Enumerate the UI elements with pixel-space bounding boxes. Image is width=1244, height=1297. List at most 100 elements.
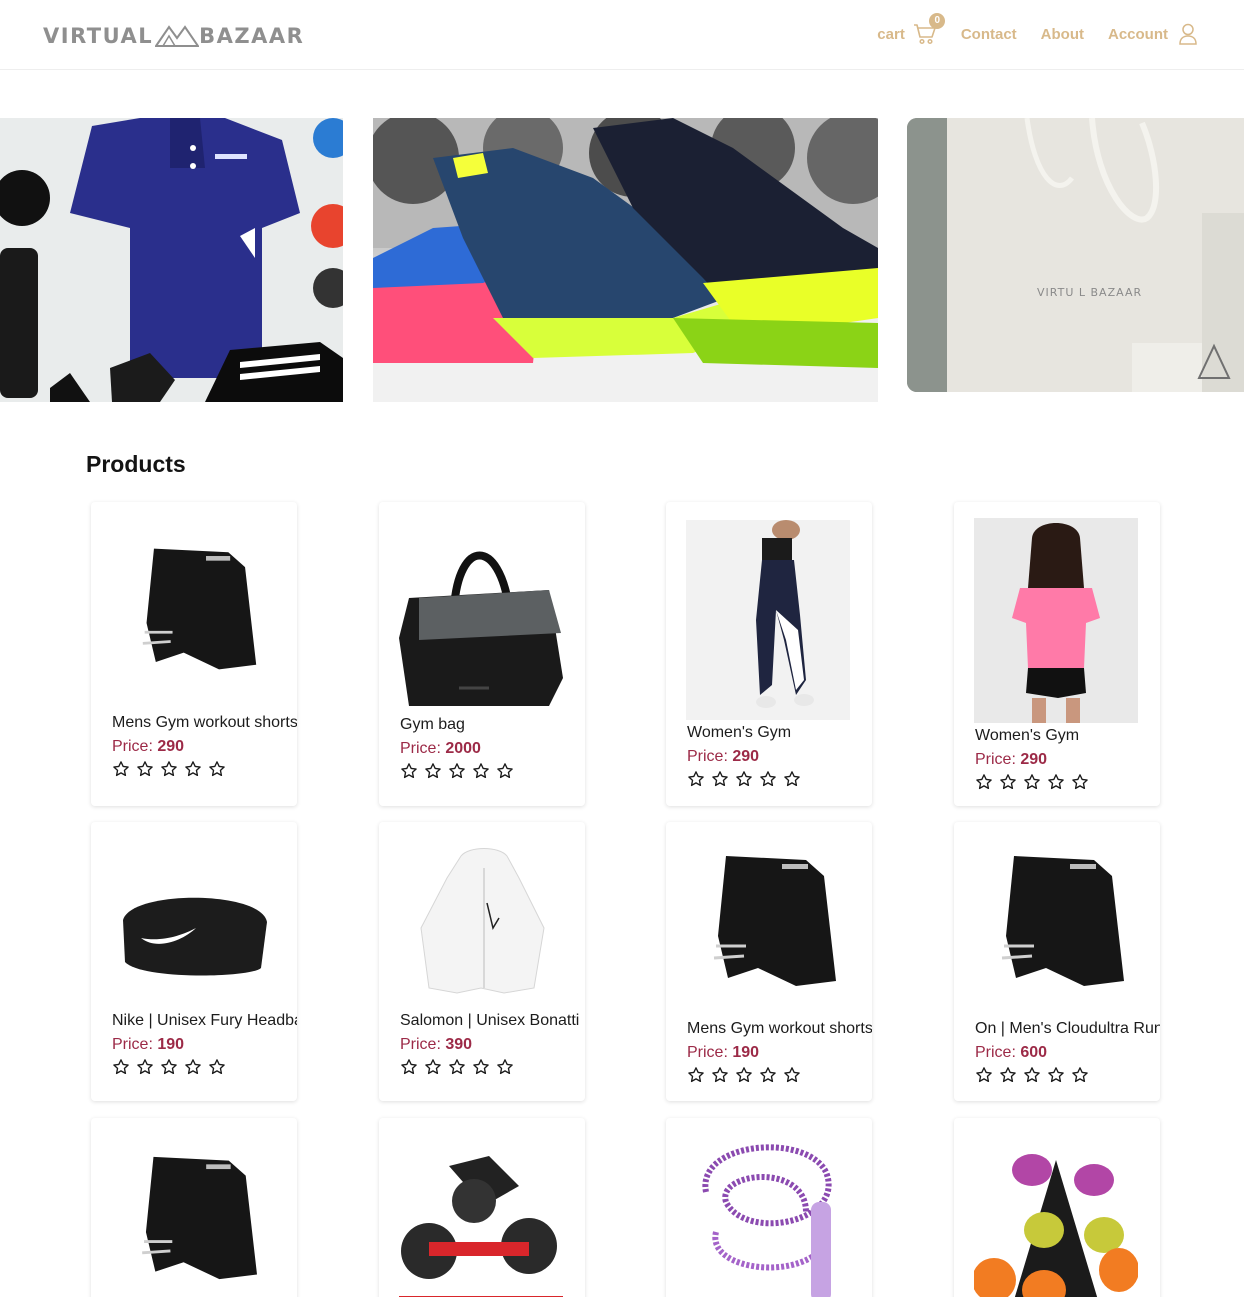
product-name[interactable]: Women's Gym <box>687 724 872 742</box>
product-card[interactable] <box>379 1118 585 1297</box>
star-icon[interactable] <box>160 1058 178 1076</box>
rating-stars[interactable] <box>400 1058 520 1076</box>
rating-stars[interactable] <box>687 770 807 788</box>
price-value: 290 <box>1020 751 1048 768</box>
product-name[interactable]: Mens Gym workout shorts <box>112 714 297 732</box>
rating-stars[interactable] <box>687 1066 807 1084</box>
price-label: Price: <box>975 751 1016 768</box>
star-icon[interactable] <box>975 1066 993 1084</box>
product-card[interactable] <box>954 1118 1160 1297</box>
product-name[interactable]: Salomon | Unisex Bonatti <box>400 1012 585 1030</box>
hero-carousel[interactable]: VIRTU L BAZAAR <box>0 118 1244 402</box>
product-card[interactable] <box>91 1118 297 1297</box>
product-card[interactable]: Salomon | Unisex Bonatti Price: 390 <box>379 822 585 1101</box>
star-icon[interactable] <box>472 1058 490 1076</box>
star-icon[interactable] <box>136 760 154 778</box>
about-link[interactable]: About <box>1041 26 1084 43</box>
product-name[interactable]: Mens Gym workout shorts <box>687 1020 872 1038</box>
star-icon[interactable] <box>136 1058 154 1076</box>
product-image[interactable] <box>974 518 1138 723</box>
star-icon[interactable] <box>783 770 801 788</box>
star-icon[interactable] <box>735 770 753 788</box>
star-icon[interactable] <box>1023 1066 1041 1084</box>
rating-stars[interactable] <box>400 762 520 780</box>
product-image[interactable] <box>686 520 850 720</box>
star-icon[interactable] <box>448 1058 466 1076</box>
product-card[interactable]: Mens Gym workout shorts Price: 290 <box>91 502 297 806</box>
star-icon[interactable] <box>1047 773 1065 791</box>
star-icon[interactable] <box>711 1066 729 1084</box>
star-icon[interactable] <box>208 760 226 778</box>
star-icon[interactable] <box>1047 1066 1065 1084</box>
product-name[interactable]: Nike | Unisex Fury Headband <box>112 1012 297 1030</box>
product-price: Price: 190 <box>112 1036 184 1054</box>
rating-stars[interactable] <box>112 760 232 778</box>
star-icon[interactable] <box>687 1066 705 1084</box>
star-icon[interactable] <box>975 773 993 791</box>
product-image[interactable] <box>399 528 563 713</box>
star-icon[interactable] <box>400 762 418 780</box>
product-name[interactable]: Gym bag <box>400 716 585 734</box>
star-icon[interactable] <box>999 773 1017 791</box>
user-icon <box>1179 23 1197 45</box>
star-icon[interactable] <box>783 1066 801 1084</box>
star-icon[interactable] <box>496 1058 514 1076</box>
product-image[interactable] <box>399 848 563 998</box>
product-name[interactable]: On | Men's Cloudultra Run <box>975 1020 1160 1038</box>
product-card[interactable]: Nike | Unisex Fury Headband Price: 190 <box>91 822 297 1101</box>
price-label: Price: <box>112 1036 153 1053</box>
star-icon[interactable] <box>735 1066 753 1084</box>
star-icon[interactable] <box>112 760 130 778</box>
cart-link[interactable]: cart 0 <box>877 13 946 45</box>
product-card[interactable]: Gym bag Price: 2000 <box>379 502 585 806</box>
star-icon[interactable] <box>1071 1066 1089 1084</box>
product-image[interactable] <box>111 530 275 688</box>
star-icon[interactable] <box>472 762 490 780</box>
mountain-logo-icon <box>155 25 200 47</box>
rating-stars[interactable] <box>975 773 1095 791</box>
product-name[interactable]: Women's Gym <box>975 727 1160 745</box>
price-value: 290 <box>157 738 185 755</box>
account-link[interactable]: Account <box>1108 23 1198 45</box>
product-image[interactable] <box>974 1140 1138 1297</box>
product-card[interactable]: Mens Gym workout shorts Price: 190 <box>666 822 872 1101</box>
product-card[interactable]: Women's Gym Price: 290 <box>954 502 1160 806</box>
product-card[interactable] <box>666 1118 872 1297</box>
star-icon[interactable] <box>1071 773 1089 791</box>
product-image[interactable] <box>686 836 850 1006</box>
star-icon[interactable] <box>184 760 202 778</box>
brand-name-right: BAZAAR <box>199 24 305 48</box>
product-card[interactable]: Women's Gym Price: 290 <box>666 502 872 806</box>
hero-slide-gym-apparel[interactable] <box>0 118 343 402</box>
star-icon[interactable] <box>1023 773 1041 791</box>
star-icon[interactable] <box>184 1058 202 1076</box>
star-icon[interactable] <box>759 1066 777 1084</box>
star-icon[interactable] <box>112 1058 130 1076</box>
brand-logo[interactable]: VIRTUAL BAZAAR <box>43 22 304 50</box>
product-image[interactable] <box>686 1132 850 1297</box>
star-icon[interactable] <box>400 1058 418 1076</box>
rating-stars[interactable] <box>112 1058 232 1076</box>
star-icon[interactable] <box>424 1058 442 1076</box>
product-image[interactable] <box>974 836 1138 1006</box>
hero-slide-sneakers[interactable] <box>373 118 878 402</box>
contact-link[interactable]: Contact <box>961 26 1017 43</box>
cart-label: cart <box>877 25 905 43</box>
star-icon[interactable] <box>999 1066 1017 1084</box>
product-card[interactable]: On | Men's Cloudultra Run Price: 600 <box>954 822 1160 1101</box>
star-icon[interactable] <box>160 760 178 778</box>
product-image[interactable] <box>111 1138 275 1297</box>
star-icon[interactable] <box>424 762 442 780</box>
product-image[interactable] <box>111 850 275 1020</box>
hero-slide-shopping-bag[interactable]: VIRTU L BAZAAR <box>907 118 1244 392</box>
star-icon[interactable] <box>496 762 514 780</box>
bag-print-text: VIRTU L BAZAAR <box>1037 286 1142 299</box>
rating-stars[interactable] <box>975 1066 1095 1084</box>
product-price: Price: 390 <box>400 1036 472 1054</box>
star-icon[interactable] <box>208 1058 226 1076</box>
star-icon[interactable] <box>448 762 466 780</box>
product-image[interactable] <box>399 1146 563 1297</box>
star-icon[interactable] <box>687 770 705 788</box>
star-icon[interactable] <box>711 770 729 788</box>
star-icon[interactable] <box>759 770 777 788</box>
